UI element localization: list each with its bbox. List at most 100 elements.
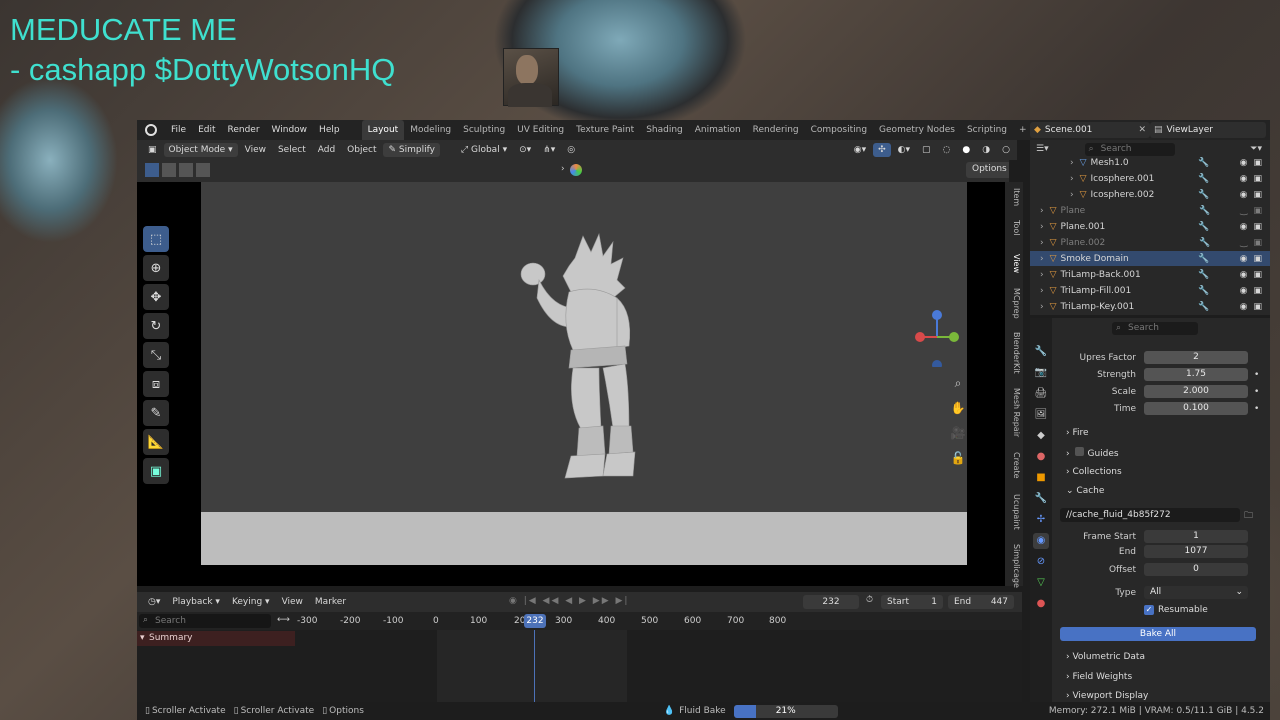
npanel-tab-item[interactable]: Item	[1007, 188, 1021, 206]
camera-render-icon[interactable]: ▣	[1253, 222, 1262, 232]
eye-icon[interactable]: ◉	[1240, 158, 1248, 168]
output-props-icon[interactable]: 🖨	[1033, 386, 1049, 402]
proportional-edit-icon[interactable]: ◎	[562, 143, 580, 157]
npanel-tab-mcprep[interactable]: MCprep	[1007, 288, 1021, 319]
xray-icon[interactable]: ▢	[917, 143, 936, 157]
eye-icon[interactable]: ‿	[1240, 206, 1247, 216]
field-weights-panel-header[interactable]: › Field Weights	[1066, 672, 1132, 682]
npanel-tab-view[interactable]: View	[1007, 254, 1021, 273]
outliner-row[interactable]: › ▽ Plane.001 🔧 ◉ ▣	[1030, 219, 1270, 234]
frame-start-field[interactable]: 1	[1144, 530, 1248, 543]
timeline-editor[interactable]: ◷▾ Playback ▾ Keying ▾ View Marker ◉ |◀ …	[137, 592, 1022, 702]
scale-field[interactable]: 2.000	[1144, 385, 1248, 398]
navigation-gizmo[interactable]	[912, 307, 962, 367]
tab-layout[interactable]: Layout	[361, 120, 405, 140]
playback-controls[interactable]: ◉ |◀ ◀◀ ◀ ▶ ▶▶ ▶|	[509, 596, 629, 606]
eye-icon[interactable]: ◉	[1240, 254, 1248, 264]
npanel-tab-mesh-repair[interactable]: Mesh Repair	[1007, 388, 1021, 437]
timeline-editor-icon[interactable]: ◷▾	[143, 595, 165, 609]
menu-help[interactable]: Help	[313, 120, 346, 140]
playback-menu[interactable]: Playback ▾	[167, 595, 225, 609]
outliner-row[interactable]: › ▽ TriLamp-Key.001 🔧 ◉ ▣	[1030, 299, 1270, 314]
outliner-row[interactable]: › ▽ TriLamp-Back.001 🔧 ◉ ▣	[1030, 267, 1270, 282]
pan-hand-icon[interactable]: ✋	[947, 397, 969, 419]
time-field[interactable]: 0.100	[1144, 402, 1248, 415]
tab-scripting[interactable]: Scripting	[961, 120, 1013, 140]
expand-arrow-icon[interactable]: ›	[1040, 206, 1044, 216]
menu-view[interactable]: View	[240, 143, 271, 157]
shading-material-icon[interactable]: ◑	[977, 143, 995, 157]
eye-icon[interactable]: ◉	[1240, 174, 1248, 184]
keying-menu[interactable]: Keying ▾	[227, 595, 275, 609]
expand-arrow-icon[interactable]: ›	[1040, 270, 1044, 280]
keyframe-dot-icon[interactable]: •	[1254, 370, 1259, 380]
editor-type-icon[interactable]: ▣	[143, 143, 162, 157]
eye-icon[interactable]: ‿	[1240, 238, 1247, 248]
annotate-tool-icon[interactable]: ✎	[143, 400, 169, 426]
bake-all-button[interactable]: Bake All	[1060, 627, 1256, 641]
outliner-row[interactable]: › ▽ Icosphere.001 🔧 ◉ ▣	[1030, 171, 1270, 186]
lock-icon[interactable]: 🔓	[947, 447, 969, 469]
menu-add[interactable]: Add	[313, 143, 340, 157]
properties-search-input[interactable]: ⌕ Search	[1112, 321, 1198, 335]
outliner-row[interactable]: › ▽ Icosphere.002 🔧 ◉ ▣	[1030, 187, 1270, 202]
upres-factor-field[interactable]: 2	[1144, 351, 1248, 364]
gizmo-toggle-icon[interactable]: ✣	[873, 143, 891, 157]
cache-path-field[interactable]: //cache_fluid_4b85f272	[1060, 508, 1240, 522]
guides-checkbox[interactable]	[1075, 447, 1085, 456]
tab-compositing[interactable]: Compositing	[805, 120, 873, 140]
modifier-props-icon[interactable]: 🔧	[1033, 491, 1049, 507]
filter-icon[interactable]: ⏷▾	[1250, 144, 1262, 154]
npanel-tab-ucupaint[interactable]: Ucupaint	[1007, 494, 1021, 530]
outliner-row[interactable]: › ▽ Smoke Domain 🔧 ◉ ▣	[1030, 251, 1270, 266]
outliner-row[interactable]: › ▽ Plane.002 🔧 ‿ ▣	[1030, 235, 1270, 250]
timeline-view-menu[interactable]: View	[277, 595, 308, 609]
eye-icon[interactable]: ◉	[1240, 286, 1248, 296]
menu-render[interactable]: Render	[222, 120, 266, 140]
overlays-icon[interactable]: ◐▾	[893, 143, 915, 157]
camera-render-icon[interactable]: ▣	[1253, 158, 1262, 168]
expand-arrow-icon[interactable]: ›	[1040, 302, 1044, 312]
npanel-tab-blenderkit[interactable]: BlenderKit	[1007, 332, 1021, 374]
camera-render-icon[interactable]: ▣	[1253, 254, 1262, 264]
character-model[interactable]	[513, 228, 663, 500]
orientation-dropdown[interactable]: ⤢ Global ▾	[456, 143, 512, 157]
tab-animation[interactable]: Animation	[689, 120, 747, 140]
expand-arrow-icon[interactable]: ›	[1070, 190, 1074, 200]
camera-render-icon[interactable]: ▣	[1253, 190, 1262, 200]
expand-arrow-icon[interactable]: ›	[1070, 174, 1074, 184]
outliner-editor-icon[interactable]: ☰▾	[1036, 144, 1049, 154]
render-props-icon[interactable]: 📷	[1033, 365, 1049, 381]
scene-selector[interactable]: ◆ Scene.001 ✕	[1030, 122, 1150, 138]
select-mode-icons[interactable]	[145, 163, 210, 177]
shading-solid-icon[interactable]: ●	[957, 143, 975, 157]
offset-field[interactable]: 0	[1144, 563, 1248, 576]
color-wheel-icon[interactable]	[570, 164, 582, 176]
frame-end-field[interactable]: 1077	[1144, 545, 1248, 558]
options-button[interactable]: Options	[966, 162, 1009, 178]
keyframe-dot-icon[interactable]: •	[1254, 387, 1259, 397]
simplify-button[interactable]: ✎ Simplify	[383, 143, 440, 157]
camera-render-icon[interactable]: ▣	[1253, 302, 1262, 312]
shading-wireframe-icon[interactable]: ◌	[938, 143, 956, 157]
world-props-icon[interactable]: ●	[1033, 449, 1049, 465]
snap-icon[interactable]: ⋔▾	[538, 143, 560, 157]
eye-icon[interactable]: ◉	[1240, 222, 1248, 232]
outliner-row[interactable]: › ▽ TriLamp-Fill.001 🔧 ◉ ▣	[1030, 283, 1270, 298]
cache-panel-header[interactable]: ⌄ Cache	[1066, 486, 1104, 496]
cache-type-dropdown[interactable]: All ⌄	[1144, 586, 1248, 599]
current-frame-indicator[interactable]: 232	[524, 614, 546, 628]
tab-geometry-nodes[interactable]: Geometry Nodes	[873, 120, 961, 140]
eye-icon[interactable]: ◉	[1240, 302, 1248, 312]
menu-file[interactable]: File	[165, 120, 192, 140]
camera-view-icon[interactable]: 🎥	[947, 422, 969, 444]
rotate-tool-icon[interactable]: ↻	[143, 313, 169, 339]
stopwatch-icon[interactable]: ⏱	[866, 595, 873, 605]
data-props-icon[interactable]: ▽	[1033, 575, 1049, 591]
folder-icon[interactable]: 🗀	[1244, 508, 1253, 524]
3d-viewport[interactable]: › Options ⬚ ⊕ ✥ ↻ ⤡ ⧈ ✎ 📐 ▣ ⌕ ✋ 🎥 🔓	[137, 160, 1009, 586]
tool-props-icon[interactable]: 🔧	[1033, 344, 1049, 360]
particles-props-icon[interactable]: ✢	[1033, 512, 1049, 528]
eye-icon[interactable]: ◉	[1240, 190, 1248, 200]
tab-rendering[interactable]: Rendering	[747, 120, 805, 140]
